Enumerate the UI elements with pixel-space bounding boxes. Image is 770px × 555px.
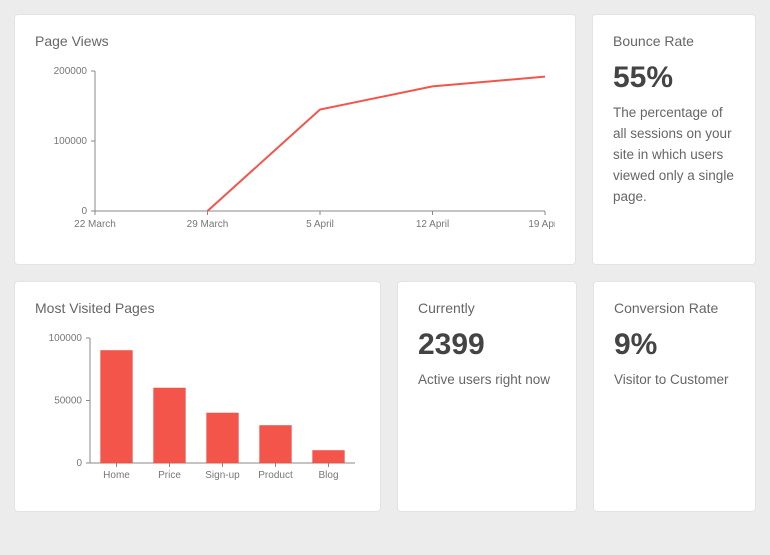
currently-title: Currently bbox=[418, 300, 556, 316]
bounce-rate-title: Bounce Rate bbox=[613, 33, 735, 49]
svg-text:Blog: Blog bbox=[318, 470, 338, 481]
bounce-rate-desc: The percentage of all sessions on your s… bbox=[613, 103, 735, 208]
svg-text:29 March: 29 March bbox=[187, 219, 229, 230]
most-visited-title: Most Visited Pages bbox=[35, 300, 360, 316]
svg-text:Price: Price bbox=[158, 470, 181, 481]
conversion-title: Conversion Rate bbox=[614, 300, 735, 316]
svg-text:Product: Product bbox=[258, 470, 293, 481]
bounce-rate-card: Bounce Rate 55% The percentage of all se… bbox=[592, 14, 756, 265]
svg-text:Home: Home bbox=[103, 470, 130, 481]
most-visited-chart: 0 50000 100000 Home Price Sign-up Product Blog bbox=[35, 328, 360, 488]
page-views-card: Page Views 0 100000 200000 22 March 29 March… bbox=[14, 14, 576, 265]
svg-text:50000: 50000 bbox=[54, 396, 82, 407]
svg-text:5 April: 5 April bbox=[306, 219, 334, 230]
svg-text:22 March: 22 March bbox=[74, 219, 116, 230]
currently-value: 2399 bbox=[418, 328, 556, 362]
conversion-value: 9% bbox=[614, 328, 735, 362]
currently-card: Currently 2399 Active users right now bbox=[397, 281, 577, 512]
svg-text:0: 0 bbox=[81, 206, 87, 217]
most-visited-card: Most Visited Pages 0 50000 100000 Home Price… bbox=[14, 281, 381, 512]
conversion-card: Conversion Rate 9% Visitor to Customer bbox=[593, 281, 756, 512]
conversion-desc: Visitor to Customer bbox=[614, 370, 735, 391]
svg-text:200000: 200000 bbox=[54, 66, 88, 77]
svg-text:Sign-up: Sign-up bbox=[205, 470, 240, 481]
page-views-title: Page Views bbox=[35, 33, 555, 49]
bounce-rate-value: 55% bbox=[613, 61, 735, 95]
svg-text:19 April: 19 April bbox=[528, 219, 555, 230]
svg-text:0: 0 bbox=[76, 458, 82, 469]
svg-text:100000: 100000 bbox=[49, 333, 83, 344]
currently-desc: Active users right now bbox=[418, 370, 556, 391]
page-views-chart: 0 100000 200000 22 March 29 March 5 April 12 A… bbox=[35, 61, 555, 241]
svg-text:100000: 100000 bbox=[54, 136, 88, 147]
svg-text:12 April: 12 April bbox=[416, 219, 449, 230]
